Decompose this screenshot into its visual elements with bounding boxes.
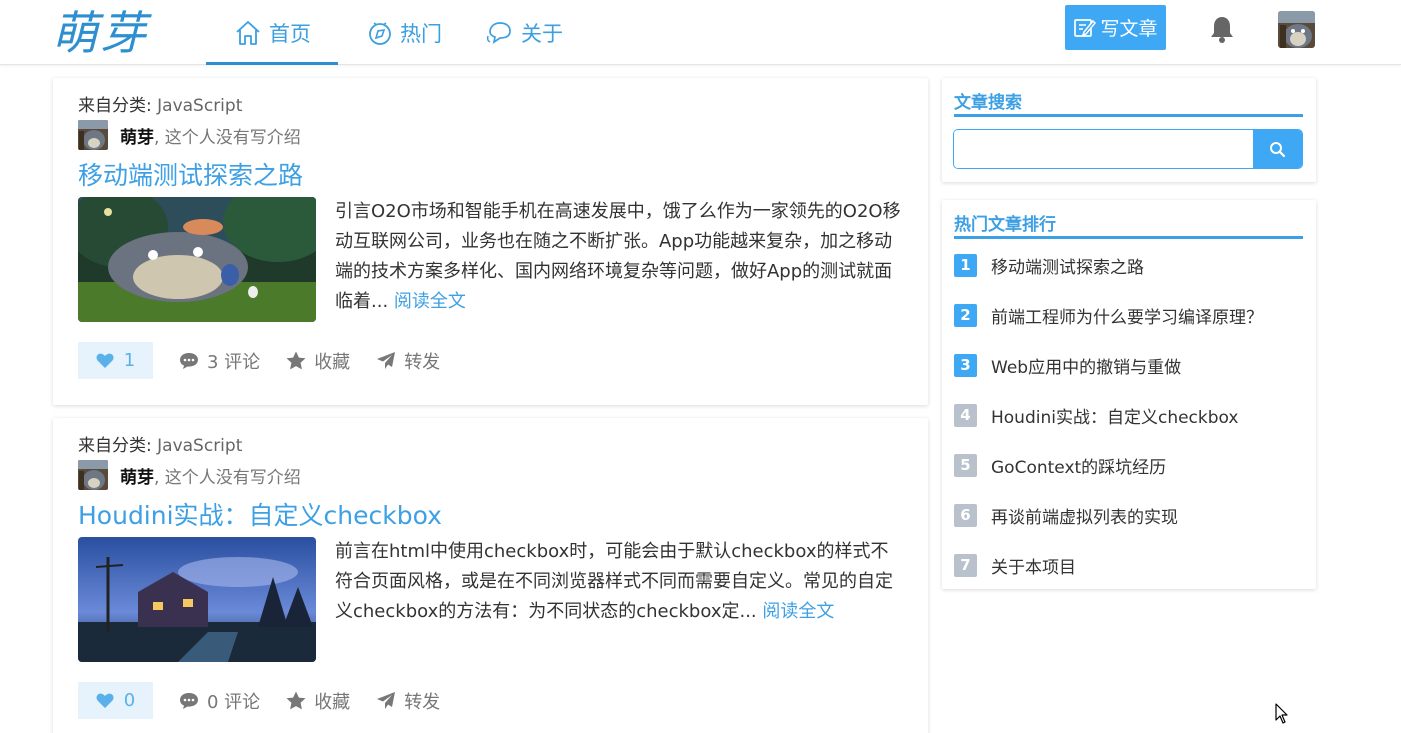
rank-number: 5 — [954, 453, 977, 477]
rank-number: 7 — [954, 553, 977, 577]
edit-icon — [1074, 18, 1097, 37]
author-intro: , 这个人没有写介绍 — [154, 127, 301, 148]
collect-button[interactable]: 收藏 — [286, 348, 350, 374]
top-header: 萌芽 首页 热门 关于 写文章 — [0, 0, 1401, 65]
article-card: 来自分类: JavaScript 萌芽 , 这个人没有写介绍 Houdini实战… — [53, 418, 928, 733]
heart-icon — [96, 353, 114, 368]
ranking-item-title: Houdini实战：自定义checkbox — [991, 407, 1239, 428]
article-card: 来自分类: JavaScript 萌芽 , 这个人没有写介绍 移动端测试探索之路… — [53, 78, 928, 405]
share-button[interactable]: 转发 — [376, 348, 440, 374]
read-more-link[interactable]: 阅读全文 — [394, 291, 466, 312]
hot-ranking-panel: 热门文章排行 1 移动端测试探索之路 2 前端工程师为什么要学习编译原理？ 3 … — [942, 200, 1316, 589]
comment-icon — [180, 692, 198, 709]
search-button[interactable] — [1253, 130, 1302, 168]
article-category: 来自分类: JavaScript — [78, 431, 242, 456]
nav-home[interactable]: 首页 — [206, 0, 338, 65]
ranking-list: 1 移动端测试探索之路 2 前端工程师为什么要学习编译原理？ 3 Web应用中的… — [954, 252, 1263, 578]
ranking-item-title: 移动端测试探索之路 — [991, 257, 1144, 278]
chat-bubbles-icon — [486, 21, 511, 44]
article-thumbnail[interactable] — [78, 197, 316, 322]
comment-count: 0 评论 — [207, 691, 261, 713]
rank-number: 1 — [954, 253, 977, 277]
article-author: 萌芽 , 这个人没有写介绍 — [78, 460, 301, 490]
nav-about-label: 关于 — [521, 21, 563, 46]
article-thumbnail[interactable] — [78, 537, 316, 662]
search-panel-title: 文章搜索 — [954, 92, 1303, 117]
nav-about[interactable]: 关于 — [466, 0, 582, 65]
share-button[interactable]: 转发 — [376, 688, 440, 714]
rank-number: 4 — [954, 403, 977, 427]
like-button[interactable]: 0 — [78, 682, 153, 719]
comment-count: 3 评论 — [207, 351, 261, 373]
mouse-cursor-icon — [1275, 703, 1288, 724]
collect-label: 收藏 — [314, 351, 351, 373]
ranking-panel-title: 热门文章排行 — [954, 214, 1303, 239]
send-icon — [377, 352, 396, 369]
comment-button[interactable]: 3 评论 — [179, 348, 260, 374]
author-intro: , 这个人没有写介绍 — [154, 467, 301, 488]
search-box — [953, 129, 1303, 169]
ranking-item-title: 再谈前端虚拟列表的实现 — [991, 507, 1178, 528]
send-icon — [377, 692, 396, 709]
ranking-item[interactable]: 1 移动端测试探索之路 — [954, 252, 1263, 278]
compass-icon — [369, 21, 391, 45]
article-title[interactable]: Houdini实战：自定义checkbox — [78, 496, 442, 532]
rank-number: 6 — [954, 503, 977, 527]
collect-button[interactable]: 收藏 — [286, 688, 350, 714]
ranking-item[interactable]: 3 Web应用中的撤销与重做 — [954, 352, 1263, 378]
home-icon — [236, 20, 260, 45]
rank-number: 2 — [954, 303, 977, 327]
author-avatar[interactable] — [78, 460, 108, 490]
article-actions: 1 3 评论 收藏 转发 — [78, 342, 440, 379]
ranking-item[interactable]: 6 再谈前端虚拟列表的实现 — [954, 502, 1263, 528]
category-link[interactable]: JavaScript — [157, 436, 242, 456]
nav-hot-label: 热门 — [400, 21, 442, 46]
ranking-item[interactable]: 5 GoContext的踩坑经历 — [954, 452, 1263, 478]
article-summary: 前言在html中使用checkbox时，可能会由于默认checkbox的样式不符… — [335, 537, 905, 627]
notification-bell-icon[interactable] — [1208, 14, 1236, 44]
article-title[interactable]: 移动端测试探索之路 — [78, 156, 303, 192]
site-logo[interactable]: 萌芽 — [52, 0, 148, 66]
rank-number: 3 — [954, 353, 977, 377]
article-category: 来自分类: JavaScript — [78, 91, 242, 116]
author-name[interactable]: 萌芽 — [120, 463, 154, 488]
ranking-item-title: 关于本项目 — [991, 557, 1076, 578]
comment-icon — [180, 352, 198, 369]
ranking-item-title: 前端工程师为什么要学习编译原理？ — [991, 307, 1263, 328]
category-prefix: 来自分类: — [78, 436, 152, 456]
collect-label: 收藏 — [314, 691, 351, 713]
ranking-item[interactable]: 4 Houdini实战：自定义checkbox — [954, 402, 1263, 428]
ranking-item-title: Web应用中的撤销与重做 — [991, 357, 1182, 378]
search-input[interactable] — [954, 130, 1253, 168]
read-more-link[interactable]: 阅读全文 — [762, 601, 834, 622]
ranking-item[interactable]: 7 关于本项目 — [954, 552, 1263, 578]
share-label: 转发 — [404, 691, 441, 713]
author-name[interactable]: 萌芽 — [120, 123, 154, 148]
star-icon — [286, 351, 306, 370]
nav-home-label: 首页 — [269, 21, 311, 46]
nav-hot[interactable]: 热门 — [346, 0, 462, 65]
article-summary: 引言O2O市场和智能手机在高速发展中，饿了么作为一家领先的O2O移动互联网公司，… — [335, 197, 905, 317]
like-count: 0 — [123, 690, 136, 711]
comment-button[interactable]: 0 评论 — [179, 688, 260, 714]
article-actions: 0 0 评论 收藏 转发 — [78, 682, 440, 719]
author-avatar[interactable] — [78, 120, 108, 150]
main-nav: 首页 热门 关于 — [206, 0, 582, 65]
article-author: 萌芽 , 这个人没有写介绍 — [78, 120, 301, 150]
write-article-label: 写文章 — [1100, 18, 1158, 40]
category-prefix: 来自分类: — [78, 96, 152, 116]
like-count: 1 — [123, 350, 136, 371]
like-button[interactable]: 1 — [78, 342, 153, 379]
category-link[interactable]: JavaScript — [157, 96, 242, 116]
search-icon — [1270, 141, 1286, 157]
share-label: 转发 — [404, 351, 441, 373]
write-article-button[interactable]: 写文章 — [1065, 5, 1166, 50]
user-avatar[interactable] — [1278, 11, 1315, 48]
ranking-item-title: GoContext的踩坑经历 — [991, 457, 1167, 478]
heart-icon — [96, 693, 114, 708]
search-panel: 文章搜索 — [942, 78, 1316, 182]
star-icon — [286, 691, 306, 710]
ranking-item[interactable]: 2 前端工程师为什么要学习编译原理？ — [954, 302, 1263, 328]
